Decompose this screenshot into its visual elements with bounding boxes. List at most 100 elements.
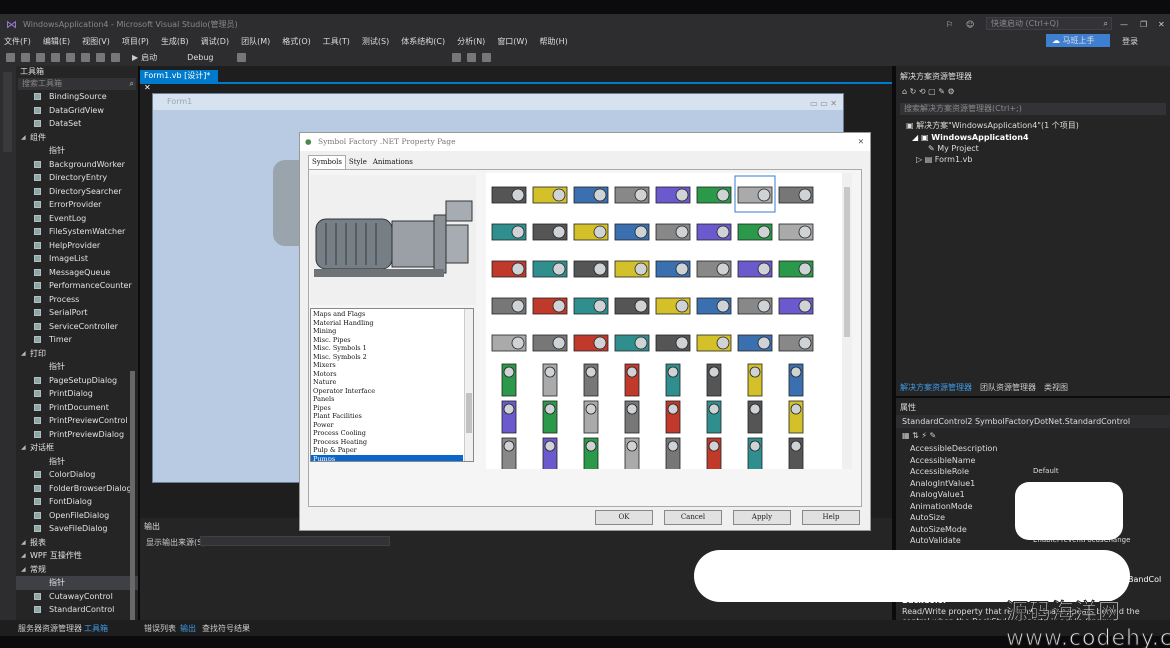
menu-architecture[interactable]: 体系结构(C) (401, 36, 445, 47)
pump-symbol[interactable] (778, 334, 814, 352)
redo-icon[interactable] (111, 52, 120, 62)
menu-edit[interactable]: 编辑(E) (43, 36, 70, 47)
start-button[interactable]: 启动 (141, 52, 157, 63)
pump-symbol[interactable] (696, 186, 732, 204)
pump-symbol[interactable] (696, 223, 732, 241)
pump-symbol[interactable] (788, 400, 804, 434)
pump-symbol[interactable] (614, 223, 650, 241)
server-explorer-tab[interactable] (3, 72, 12, 152)
toolbox-item[interactable]: DirectorySearcher (16, 185, 138, 199)
menu-team[interactable]: 团队(M) (241, 36, 270, 47)
category-item[interactable]: Maps and Flags (311, 310, 473, 319)
pump-symbol[interactable] (624, 363, 640, 397)
pump-symbol[interactable] (778, 186, 814, 204)
toolbox-item[interactable]: EventLog (16, 212, 138, 226)
category-item[interactable]: Mixers (311, 361, 473, 370)
menu-window[interactable]: 窗口(W) (497, 36, 527, 47)
toolbox-item[interactable]: BackgroundWorker (16, 158, 138, 172)
close-tab-icon[interactable]: ✕ (144, 83, 151, 92)
project-node[interactable]: ◢ ▣ WindowsApplication4 (896, 131, 1170, 142)
toolbox-item[interactable]: CutawayControl (16, 590, 138, 604)
pump-symbol[interactable] (734, 175, 776, 213)
pump-symbol[interactable] (624, 437, 640, 469)
category-item[interactable]: Misc. Pipes (311, 336, 473, 345)
pump-symbol[interactable] (696, 297, 732, 315)
pump-symbol[interactable] (706, 363, 722, 397)
pump-symbol[interactable] (737, 297, 773, 315)
pump-symbol[interactable] (706, 437, 722, 469)
pump-symbol[interactable] (532, 186, 568, 204)
toolbox-item[interactable]: MessageQueue (16, 266, 138, 280)
pump-symbol[interactable] (655, 260, 691, 278)
pump-symbol[interactable] (501, 437, 517, 469)
toolbox-item[interactable]: PrintPreviewControl (16, 414, 138, 428)
category-item[interactable]: Material Handling (311, 319, 473, 328)
category-item[interactable]: Pipes (311, 404, 473, 413)
category-item[interactable]: Process Cooling (311, 429, 473, 438)
category-item[interactable]: Power (311, 421, 473, 430)
category-listbox[interactable]: Maps and Flags Material Handling Mining Mis… (310, 308, 474, 462)
category-item[interactable]: Operator Interface (311, 387, 473, 396)
toolbox-item[interactable]: PrintPreviewDialog (16, 428, 138, 442)
pump-symbol[interactable] (737, 334, 773, 352)
restore-button[interactable]: ❐ (1140, 20, 1147, 29)
toolbox-item[interactable]: FolderBrowserDialog (16, 482, 138, 496)
pump-symbol[interactable] (501, 400, 517, 434)
category-item[interactable]: Panels (311, 395, 473, 404)
property-row[interactable]: AccessibleName (896, 455, 1170, 467)
pump-symbol[interactable] (665, 400, 681, 434)
toolbox-group[interactable]: 对话框 (16, 441, 138, 455)
menu-build[interactable]: 生成(B) (161, 36, 189, 47)
tab-class-view[interactable]: 类视图 (1044, 382, 1068, 394)
toolbox-item[interactable]: SaveFileDialog (16, 522, 138, 536)
tab-find-results[interactable]: 查找符号结果 (202, 623, 250, 634)
ok-button[interactable]: OK (595, 510, 653, 525)
category-item[interactable]: Motors (311, 370, 473, 379)
property-row[interactable]: AccessibleDescription (896, 443, 1170, 455)
category-item[interactable]: Process Heating (311, 438, 473, 447)
pump-symbol[interactable] (655, 297, 691, 315)
toolbox-item[interactable]: Process (16, 293, 138, 307)
pump-symbol[interactable] (655, 334, 691, 352)
toolbox-item[interactable]: DirectoryEntry (16, 171, 138, 185)
toolbox-item[interactable]: SerialPort (16, 306, 138, 320)
toolbox-item[interactable]: StandardControl (16, 603, 138, 617)
pump-symbol[interactable] (696, 260, 732, 278)
feedback-icon[interactable]: ☺ (966, 20, 974, 29)
back-icon[interactable] (6, 52, 15, 62)
output-source-select[interactable] (200, 536, 390, 546)
pump-symbol[interactable] (614, 334, 650, 352)
tab-toolbox[interactable]: 工具箱 (84, 623, 108, 634)
tool-icon[interactable] (452, 52, 462, 62)
save-icon[interactable] (66, 52, 75, 62)
signin-link[interactable]: 登录 (1122, 36, 1138, 47)
close-button[interactable]: ✕ (1158, 20, 1165, 29)
toolbox-group[interactable]: 常规 (16, 563, 138, 577)
menu-project[interactable]: 项目(P) (122, 36, 149, 47)
toolbox-scrollbar[interactable] (130, 371, 135, 621)
my-project-node[interactable]: ✎ My Project (896, 142, 1170, 153)
toolbox-item[interactable]: 指针 (16, 455, 138, 469)
pump-symbol[interactable] (542, 437, 558, 469)
pump-symbol[interactable] (491, 186, 527, 204)
pump-symbol[interactable] (491, 297, 527, 315)
pump-symbol[interactable] (573, 260, 609, 278)
toolbox-item[interactable]: 指针 (16, 360, 138, 374)
pump-symbol[interactable] (655, 223, 691, 241)
pump-symbol[interactable] (665, 437, 681, 469)
cancel-button[interactable]: Cancel (664, 510, 722, 525)
pump-symbol[interactable] (655, 186, 691, 204)
menu-view[interactable]: 视图(V) (82, 36, 110, 47)
pump-symbol[interactable] (778, 260, 814, 278)
category-item[interactable]: Mining (311, 327, 473, 336)
toolbox-group[interactable]: 报表 (16, 536, 138, 550)
pump-symbol[interactable] (788, 437, 804, 469)
menu-tools[interactable]: 工具(T) (323, 36, 350, 47)
pump-symbol[interactable] (573, 297, 609, 315)
pump-symbol[interactable] (573, 223, 609, 241)
pump-symbol[interactable] (501, 363, 517, 397)
toolbox-item[interactable]: PrintDocument (16, 401, 138, 415)
pump-symbol[interactable] (747, 437, 763, 469)
config-select[interactable]: Debug (187, 53, 213, 62)
pump-symbol[interactable] (491, 223, 527, 241)
